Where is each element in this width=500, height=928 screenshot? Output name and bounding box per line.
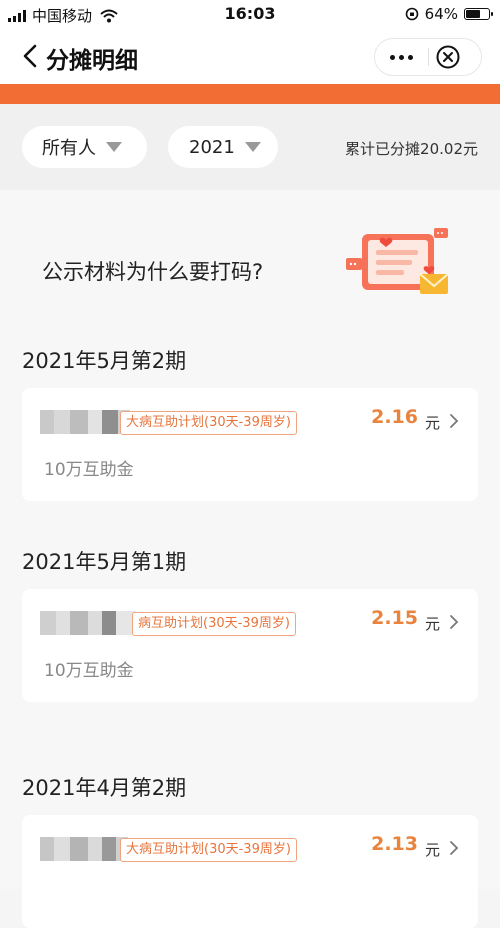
masked-member-name <box>40 837 128 861</box>
banner-title: 公示材料为什么要打码? <box>42 260 264 284</box>
document-envelope-illustration <box>346 228 449 294</box>
more-icon <box>390 54 395 60</box>
owner-filter-label: 所有人 <box>42 138 96 159</box>
status-right: 64% <box>405 5 493 23</box>
dropdown-arrow-icon <box>244 142 261 152</box>
chevron-right-icon <box>450 841 459 855</box>
amount-value: 2.15 <box>371 607 418 629</box>
more-menu-button[interactable] <box>375 39 428 75</box>
chevron-right-icon <box>450 615 459 629</box>
amount-value: 2.16 <box>371 406 418 428</box>
plan-tag: 大病互助计划(30天-39周岁) <box>120 838 297 862</box>
nav-bar: 分摊明细 <box>0 28 500 84</box>
status-bar: 中国移动 16:03 64% <box>0 0 500 28</box>
back-icon[interactable] <box>18 42 44 70</box>
detail-list: 公示材料为什么要打码? 2021年5月第2期 大病互助计划(30天-39周岁) … <box>0 190 500 928</box>
masked-member-name <box>40 410 130 434</box>
battery-percent: 64% <box>424 5 458 23</box>
amount-value: 2.13 <box>371 833 418 855</box>
filter-bar: 所有人 2021 累计已分摊20.02元 <box>0 104 500 190</box>
miniapp-capsule <box>374 38 482 76</box>
dropdown-arrow-icon <box>106 142 122 152</box>
page-title: 分摊明细 <box>46 48 138 74</box>
amount-unit: 元 <box>424 841 440 859</box>
allocation-card[interactable]: 大病互助计划(30天-39周岁) 2.13 元 <box>22 815 478 928</box>
header-accent-strip <box>0 84 500 104</box>
year-filter-dropdown[interactable]: 2021 <box>168 126 278 168</box>
rotation-lock-icon <box>405 7 418 21</box>
close-icon[interactable] <box>435 44 461 70</box>
total-shared-amount: 累计已分摊20.02元 <box>345 140 478 158</box>
info-banner[interactable]: 公示材料为什么要打码? <box>0 190 500 318</box>
battery-icon <box>464 8 493 20</box>
masked-member-name <box>40 611 136 635</box>
plan-tag: 大病互助计划(30天-39周岁) <box>120 411 297 435</box>
chevron-right-icon <box>450 414 459 428</box>
fund-label: 10万互助金 <box>44 460 134 480</box>
amount-unit: 元 <box>424 414 440 432</box>
plan-tag: 病互助计划(30天-39周岁) <box>132 612 296 636</box>
year-filter-label: 2021 <box>189 136 235 158</box>
fund-label: 10万互助金 <box>44 661 134 681</box>
period-heading: 2021年5月第1期 <box>22 550 187 574</box>
period-heading: 2021年4月第2期 <box>22 776 187 800</box>
capsule-divider <box>428 48 429 66</box>
allocation-card[interactable]: 病互助计划(30天-39周岁) 2.15 元 10万互助金 <box>22 589 478 702</box>
amount-unit: 元 <box>424 615 440 633</box>
allocation-card[interactable]: 大病互助计划(30天-39周岁) 2.16 元 10万互助金 <box>22 388 478 501</box>
owner-filter-dropdown[interactable]: 所有人 <box>22 126 147 168</box>
period-heading: 2021年5月第2期 <box>22 349 187 373</box>
